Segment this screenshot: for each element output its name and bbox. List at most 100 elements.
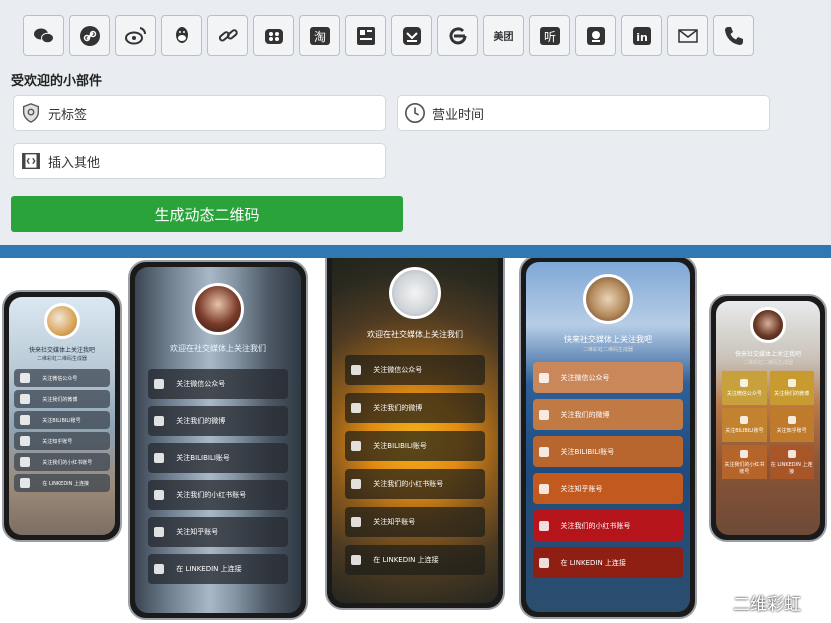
list-item[interactable]: 关注BILIBILI账号 bbox=[532, 436, 684, 467]
bilibili-icon bbox=[538, 446, 549, 457]
wechat-icon[interactable] bbox=[23, 15, 64, 56]
wechat-icon bbox=[538, 372, 549, 383]
list-item[interactable]: 关注知乎账号 bbox=[769, 408, 814, 442]
list-item[interactable]: 关注知乎账号 bbox=[14, 432, 110, 450]
button-list: 关注微信公众号 关注我们的微博 关注BILIBILI账号 关注我们的小红书账号 … bbox=[345, 355, 485, 575]
wechat-icon bbox=[20, 373, 31, 383]
phone-preview-1[interactable]: 快来社交媒体上关注我吧 二维彩虹二维码生成器 关注微信公众号 关注我们的微博 关… bbox=[2, 290, 122, 542]
svg-text:听: 听 bbox=[543, 30, 555, 44]
weibo-icon[interactable] bbox=[115, 15, 156, 56]
xiaohongshu-icon bbox=[538, 520, 549, 531]
list-item[interactable]: 关注我们的微博 bbox=[345, 393, 485, 423]
phone-screen: 快来社交媒体上关注我吧 二维彩虹二维码生成器 关注微信公众号 关注我们的微博 关… bbox=[716, 301, 820, 535]
zhihu-icon bbox=[20, 436, 31, 446]
meituan-icon[interactable]: 美团 bbox=[483, 15, 524, 56]
email-icon[interactable] bbox=[667, 15, 708, 56]
weibo-icon bbox=[20, 394, 31, 404]
linkedin-icon bbox=[20, 478, 31, 488]
list-item[interactable]: 在 LINKEDIN 上连接 bbox=[345, 545, 485, 575]
e-icon[interactable] bbox=[437, 15, 478, 56]
popular-widgets-heading: 受欢迎的小部件 bbox=[11, 74, 103, 89]
zhihu-icon bbox=[787, 416, 796, 424]
phone-screen: 欢迎在社交媒体上关注我们 关注微信公众号 关注我们的微博 关注BILIBILI账… bbox=[332, 258, 498, 603]
douban-icon[interactable] bbox=[391, 15, 432, 56]
xiaohongshu-icon bbox=[154, 490, 165, 500]
phone-screen: 快来社交媒体上关注我吧 二维彩虹二维码生成器 关注微信公众号 关注我们的微博 关… bbox=[526, 262, 690, 612]
list-item[interactable]: 关注我们的小红书账号 bbox=[148, 480, 288, 510]
list-item[interactable]: 关注我们的微博 bbox=[14, 390, 110, 408]
linkedin-icon bbox=[351, 555, 362, 565]
phone-screen: 欢迎在社交媒体上关注我们 关注微信公众号 关注我们的微博 关注BILIBILI账… bbox=[135, 267, 301, 613]
linkedin-icon[interactable]: in bbox=[621, 15, 662, 56]
svg-text:淘: 淘 bbox=[313, 30, 325, 44]
phone-icon[interactable] bbox=[713, 15, 754, 56]
social-icon-toolbar: 淘 美团 听 in bbox=[23, 15, 754, 56]
xiaohongshu-icon bbox=[351, 479, 362, 489]
insert-other-label: 插入其他 bbox=[48, 155, 101, 171]
list-item[interactable]: 关注微信公众号 bbox=[345, 355, 485, 385]
weibo-icon bbox=[705, 593, 727, 612]
wechat-icon bbox=[154, 379, 165, 389]
phone-subtitle: 二维彩虹二维码生成器 bbox=[742, 360, 793, 366]
list-item[interactable]: 关注我们的微博 bbox=[532, 399, 684, 430]
list-item[interactable]: 在 LINKEDIN 上连接 bbox=[14, 474, 110, 492]
list-item[interactable]: 在 LINKEDIN 上连接 bbox=[769, 445, 814, 479]
list-item[interactable]: 在 LINKEDIN 上连接 bbox=[532, 547, 684, 578]
list-item[interactable]: 在 LINKEDIN 上连接 bbox=[148, 554, 288, 584]
list-item[interactable]: 关注我们的微博 bbox=[148, 406, 288, 436]
generate-qr-button[interactable]: 生成动态二维码 bbox=[11, 196, 403, 232]
shield-icon bbox=[22, 103, 40, 123]
weibo-icon bbox=[538, 409, 549, 420]
list-item[interactable]: 关注BILIBILI账号 bbox=[148, 443, 288, 473]
list-item[interactable]: 关注知乎账号 bbox=[345, 507, 485, 537]
button-list: 关注微信公众号 关注我们的微博 关注BILIBILI账号 关注知乎账号 关注我们… bbox=[532, 362, 684, 578]
list-item[interactable]: 关注BILIBILI账号 bbox=[14, 411, 110, 429]
linkedin-icon bbox=[787, 449, 796, 458]
phone-screen: 快来社交媒体上关注我吧 二维彩虹二维码生成器 关注微信公众号 关注我们的微博 关… bbox=[9, 297, 115, 535]
toutiao-icon[interactable] bbox=[345, 15, 386, 56]
button-list: 关注微信公众号 关注我们的微博 关注BILIBILI账号 关注知乎账号 关注我们… bbox=[14, 369, 110, 492]
list-item[interactable]: 关注BILIBILI账号 bbox=[722, 408, 767, 442]
chain-link-icon[interactable] bbox=[207, 15, 248, 56]
zhihu-icon bbox=[351, 517, 362, 527]
list-item[interactable]: 关注微信公众号 bbox=[532, 362, 684, 393]
link-circle-icon[interactable] bbox=[69, 15, 110, 56]
wechat-icon bbox=[740, 379, 749, 387]
list-item[interactable]: 关注微信公众号 bbox=[14, 369, 110, 387]
phone-preview-2[interactable]: 欢迎在社交媒体上关注我们 关注微信公众号 关注我们的微博 关注BILIBILI账… bbox=[128, 260, 308, 620]
bilibili-icon[interactable] bbox=[253, 15, 294, 56]
list-item[interactable]: 关注我们的小红书账号 bbox=[722, 445, 767, 479]
weibo-icon bbox=[351, 403, 362, 413]
meta-tag-label: 元标签 bbox=[48, 107, 88, 123]
xiaohongshu-icon bbox=[20, 457, 31, 467]
qq-icon[interactable] bbox=[161, 15, 202, 56]
ting-icon[interactable]: 听 bbox=[529, 15, 570, 56]
insert-other-widget[interactable]: 插入其他 bbox=[13, 143, 386, 179]
phone-preview-5[interactable]: 快来社交媒体上关注我吧 二维彩虹二维码生成器 关注微信公众号 关注我们的微博 关… bbox=[709, 294, 827, 542]
avatar bbox=[750, 307, 786, 343]
taobao-icon[interactable]: 淘 bbox=[299, 15, 340, 56]
weibo-icon bbox=[787, 379, 796, 387]
clock-icon bbox=[405, 103, 425, 123]
button-grid: 关注微信公众号 关注我们的微博 关注BILIBILI账号 关注知乎账号 关注我们… bbox=[722, 371, 814, 479]
business-hours-widget[interactable]: 营业时间 bbox=[397, 95, 770, 131]
code-film-icon bbox=[22, 152, 40, 170]
list-item[interactable]: 关注知乎账号 bbox=[532, 473, 684, 504]
list-item[interactable]: 关注我们的小红书账号 bbox=[345, 469, 485, 499]
list-item[interactable]: 关注知乎账号 bbox=[148, 517, 288, 547]
phone-preview-4[interactable]: 快来社交媒体上关注我吧 二维彩虹二维码生成器 关注微信公众号 关注我们的微博 关… bbox=[519, 258, 697, 619]
list-item[interactable]: 关注微信公众号 bbox=[722, 371, 767, 405]
list-item[interactable]: 关注我们的小红书账号 bbox=[532, 510, 684, 541]
meta-tag-widget[interactable]: 元标签 bbox=[13, 95, 386, 131]
business-hours-label: 营业时间 bbox=[432, 107, 485, 123]
dianping-icon[interactable] bbox=[575, 15, 616, 56]
list-item[interactable]: 关注BILIBILI账号 bbox=[345, 431, 485, 461]
list-item[interactable]: 关注微信公众号 bbox=[148, 369, 288, 399]
phone-preview-3[interactable]: 欢迎在社交媒体上关注我们 关注微信公众号 关注我们的微博 关注BILIBILI账… bbox=[325, 258, 505, 610]
linkedin-icon bbox=[538, 557, 549, 568]
list-item[interactable]: 关注我们的小红书账号 bbox=[14, 453, 110, 471]
xiaohongshu-icon bbox=[740, 449, 749, 458]
phone-subtitle: 二维彩虹二维码生成器 bbox=[582, 347, 633, 353]
list-item[interactable]: 关注我们的微博 bbox=[769, 371, 814, 405]
bilibili-icon bbox=[20, 415, 31, 425]
